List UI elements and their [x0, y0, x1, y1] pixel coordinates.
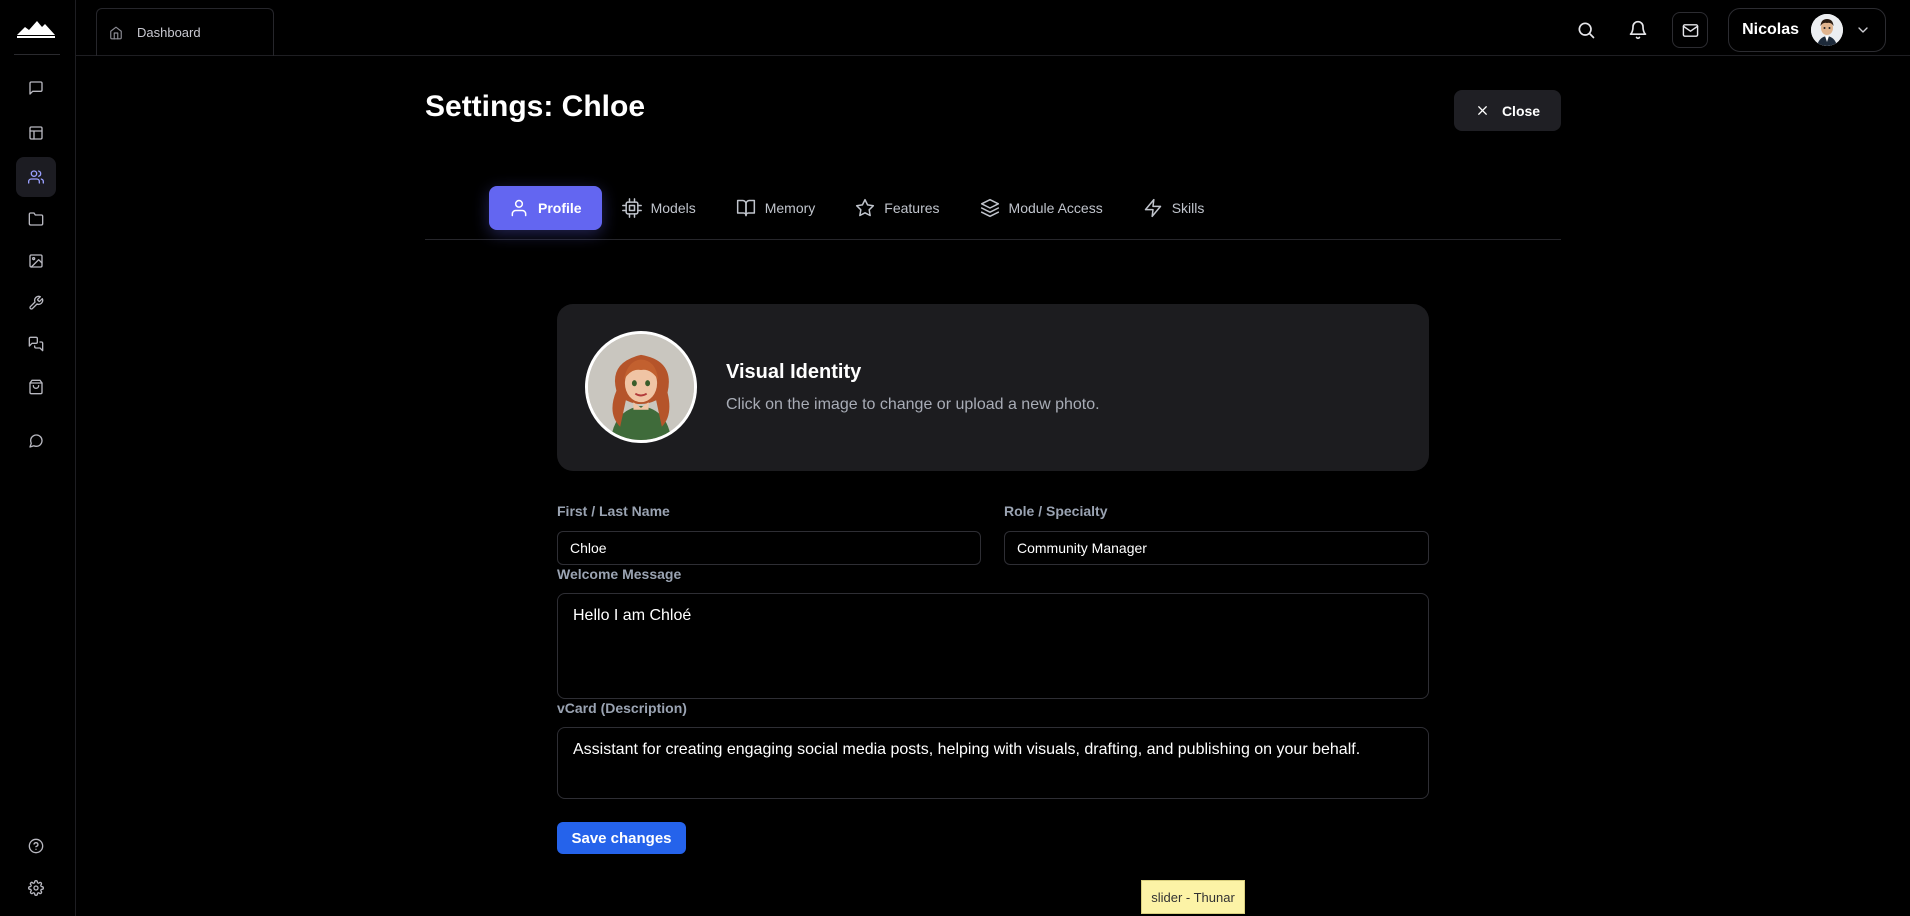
mail-icon — [1682, 23, 1698, 37]
shopping-bag-icon — [29, 379, 43, 395]
topbar: Dashboard Nicolas — [76, 0, 1910, 56]
sidebar — [0, 0, 76, 916]
name-field[interactable]: Chloe — [557, 531, 981, 565]
tab-skills[interactable]: Skills — [1123, 186, 1225, 230]
tab-label: Models — [650, 200, 696, 216]
visual-identity-card: Visual Identity Click on the image to ch… — [557, 304, 1429, 471]
sidebar-item-layout[interactable] — [16, 113, 56, 153]
sidebar-item-shop[interactable] — [16, 367, 56, 407]
tab-models[interactable]: Models — [602, 186, 716, 230]
avatar — [1811, 14, 1843, 46]
sidebar-item-agents[interactable] — [16, 157, 56, 197]
tab-label: Memory — [764, 200, 816, 216]
settings-icon — [28, 880, 44, 896]
folder-icon — [28, 212, 44, 226]
layers-icon — [980, 198, 999, 218]
tab-module-access[interactable]: Module Access — [960, 186, 1123, 230]
vcard-label: vCard (Description) — [557, 700, 687, 716]
visual-identity-title: Visual Identity — [726, 361, 862, 383]
tab-label: Features — [884, 200, 940, 216]
chevron-down-icon — [1855, 22, 1871, 38]
star-icon — [856, 198, 875, 217]
user-icon — [511, 199, 527, 217]
search-button[interactable] — [1564, 10, 1608, 50]
chat-round-icon — [29, 434, 43, 448]
sidebar-item-messages[interactable] — [16, 324, 56, 364]
users-icon — [28, 170, 44, 184]
save-button[interactable]: Save changes — [557, 822, 686, 854]
tab-profile[interactable]: Profile — [489, 186, 602, 230]
sidebar-item-support-chat[interactable] — [16, 421, 56, 461]
messages-icon — [28, 336, 44, 352]
sidebar-item-settings[interactable] — [16, 868, 56, 908]
sidebar-divider — [14, 54, 60, 55]
profile-photo[interactable] — [585, 331, 697, 443]
name-label: First / Last Name — [557, 503, 670, 519]
book-icon — [736, 199, 755, 217]
logo-mountain-icon — [17, 21, 55, 38]
layout-icon — [29, 126, 43, 140]
cpu-icon — [621, 198, 642, 218]
notifications-button[interactable] — [1616, 10, 1660, 50]
welcome-message-textarea[interactable]: Hello I am Chloé — [557, 593, 1429, 699]
role-field[interactable]: Community Manager — [1004, 531, 1429, 565]
close-icon — [1478, 106, 1487, 115]
home-icon — [110, 26, 122, 39]
tab-memory[interactable]: Memory — [716, 186, 836, 230]
page-title: Settings: Chloe — [425, 90, 646, 123]
welcome-message-label: Welcome Message — [557, 566, 682, 582]
sidebar-item-images[interactable] — [16, 241, 56, 281]
image-icon — [29, 254, 43, 268]
help-icon — [28, 838, 44, 854]
role-label: Role / Specialty — [1004, 503, 1108, 519]
user-menu[interactable]: Nicolas — [1728, 8, 1886, 52]
visual-identity-subtitle: Click on the image to change or upload a… — [726, 396, 1100, 413]
search-icon — [1578, 22, 1595, 39]
sidebar-item-tools[interactable] — [16, 283, 56, 323]
bell-icon — [1629, 20, 1647, 40]
tab-features[interactable]: Features — [835, 186, 959, 230]
sidebar-item-help[interactable] — [16, 826, 56, 866]
logo[interactable] — [16, 16, 56, 40]
tab-label: Profile — [538, 200, 582, 216]
lightning-icon — [1144, 198, 1161, 218]
user-name: Nicolas — [1742, 21, 1799, 38]
topbar-actions: Nicolas — [1564, 8, 1886, 52]
mail-button[interactable] — [1672, 12, 1709, 48]
tab-label: Skills — [1171, 200, 1205, 216]
tab-dashboard[interactable]: Dashboard — [96, 8, 274, 56]
settings-tabs: Profile Models Memory Features Module Ac… — [425, 186, 1561, 240]
tab-label: Module Access — [1008, 200, 1103, 216]
tooltip: slider - Thunar — [1141, 880, 1245, 914]
chat-bubble-icon — [29, 81, 43, 95]
sidebar-item-files[interactable] — [16, 199, 56, 239]
vcard-textarea[interactable]: Assistant for creating engaging social m… — [557, 727, 1429, 799]
tab-dashboard-label: Dashboard — [137, 25, 201, 40]
wrench-icon — [29, 295, 44, 310]
close-button[interactable]: Close — [1454, 90, 1561, 131]
close-button-label: Close — [1501, 102, 1541, 119]
sidebar-item-chat[interactable] — [16, 68, 56, 108]
